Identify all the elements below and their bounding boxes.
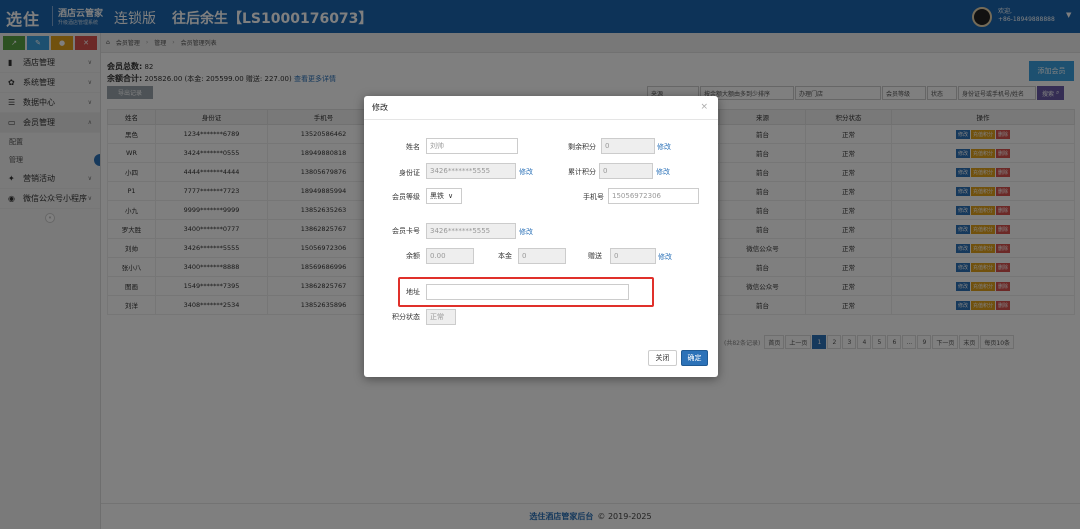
balance-field: 0.00 [426, 248, 474, 264]
close-icon[interactable]: × [700, 102, 708, 112]
edit-points-link[interactable]: 修改 [657, 142, 671, 152]
edit-id-link[interactable]: 修改 [519, 167, 533, 177]
edit-member-dialog: 修改 × 姓名 刘帅 剩余积分 0 修改 身份证 3426*******5555… [364, 96, 718, 377]
id-card-field: 3426*******5555 [426, 163, 516, 179]
principal-field: 0 [518, 248, 566, 264]
points-status-field: 正常 [426, 309, 456, 325]
card-number-field: 3426*******5555 [426, 223, 516, 239]
chevron-down-icon: ∨ [448, 192, 454, 200]
address-highlight-box [398, 277, 654, 307]
member-level-select[interactable]: 黑铁 ∨ [426, 188, 462, 204]
confirm-button[interactable]: 确定 [681, 350, 708, 366]
dialog-title: 修改 [364, 96, 718, 120]
edit-balance-link[interactable]: 修改 [658, 252, 672, 262]
gift-field: 0 [610, 248, 656, 264]
edit-card-link[interactable]: 修改 [519, 227, 533, 237]
edit-total-points-link[interactable]: 修改 [656, 167, 670, 177]
points-left-field: 0 [601, 138, 655, 154]
close-button[interactable]: 关闭 [648, 350, 677, 366]
name-input[interactable]: 刘帅 [426, 138, 518, 154]
mobile-input[interactable]: 15056972306 [608, 188, 699, 204]
total-points-field: 0 [599, 163, 653, 179]
